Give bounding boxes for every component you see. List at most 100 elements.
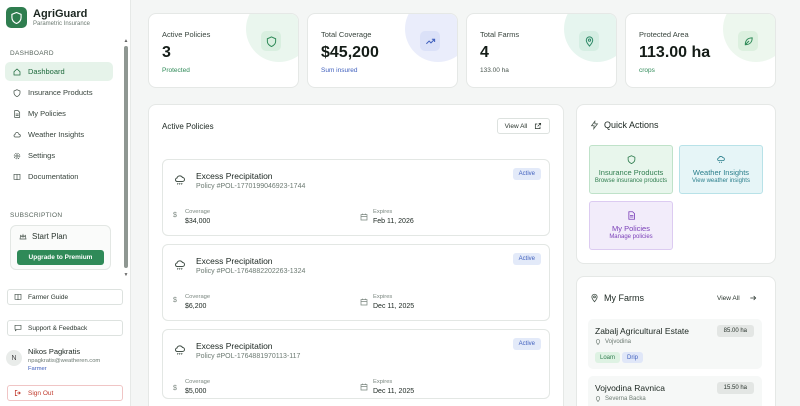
sidebar-item-my-policies[interactable]: My Policies [5,104,113,123]
coverage-label: Coverage [185,379,211,385]
farm-card[interactable]: Vojvodina Ravnica Severna Backa 15.50 ha [588,376,762,406]
coverage-value: $6,200 [185,303,207,310]
status-badge: Active [512,168,541,180]
cloud-rain-icon [175,260,185,270]
farm-location-label: Severna Backa [605,396,646,402]
user-profile[interactable]: N Nikos Pagkratis npagkratis@weatheren.c… [6,347,100,372]
cloud-rain-icon [717,156,725,164]
expires-value: Dec 11, 2025 [373,388,415,395]
coverage-value: $5,000 [185,388,207,395]
expires-value: Feb 11, 2026 [373,218,414,225]
avatar: N [6,350,22,366]
status-badge: Active [512,338,541,350]
policy-name: Excess Precipitation [196,256,273,266]
cloud-rain-icon [175,345,185,355]
stat-sub: crops [639,67,655,74]
gear-icon [13,152,21,159]
location-pin-icon [595,396,601,402]
brand[interactable]: AgriGuard Parametric Insurance [6,7,90,28]
dollar-icon: $ [173,385,177,392]
external-link-icon [535,122,542,130]
farm-location: Vojvodina [595,339,631,345]
quick-action-weather-insights[interactable]: Weather Insights View weather insights [679,145,763,194]
shield-icon [13,88,21,97]
scroll-up-arrow-icon[interactable]: ▲ [123,38,129,44]
upgrade-button[interactable]: Upgrade to Premium [17,250,104,265]
stat-card-active-policies[interactable]: Active Policies 3 Protected [148,13,299,88]
user-email: npagkratis@weatheren.com [28,358,101,364]
logout-icon [14,389,21,397]
user-name: Nikos Pagkratis [28,347,81,356]
coverage-label: Coverage [185,209,211,215]
sidebar-item-label: Documentation [28,172,79,181]
stat-label: Protected Area [639,30,689,39]
quick-action-insurance-products[interactable]: Insurance Products Browse insurance prod… [589,145,673,194]
view-all-label: View All [717,294,740,302]
calendar-icon [360,298,368,306]
document-icon [14,109,21,118]
policies-view-all-button[interactable]: View All [497,118,550,134]
calendar-icon [360,383,368,391]
stat-card-protected-area[interactable]: Protected Area 113.00 ha crops [625,13,776,88]
policy-card[interactable]: Excess Precipitation Policy #POL-1764882… [162,244,550,321]
dollar-icon: $ [173,212,177,219]
farm-name: Zabalj Agricultural Estate [595,326,690,336]
shield-icon [261,31,281,51]
policy-card[interactable]: Excess Precipitation Policy #POL-1770199… [162,159,550,236]
coverage-label: Coverage [185,294,211,300]
quick-action-my-policies[interactable]: My Policies Manage policies [589,201,673,250]
expires-label: Expires [373,294,393,300]
plan-title: Start Plan [19,232,67,241]
sidebar-item-label: Settings [28,151,56,160]
support-feedback-button[interactable]: Support & Feedback [7,320,123,336]
sign-out-button[interactable]: Sign Out [7,385,123,401]
stat-label: Total Farms [480,30,520,39]
calendar-icon [360,213,368,221]
stat-card-total-farms[interactable]: Total Farms 4 133.00 ha [466,13,617,88]
scroll-down-arrow-icon[interactable]: ▼ [123,272,129,278]
brand-tagline: Parametric Insurance [33,21,91,27]
stat-value: $45,200 [321,44,379,61]
status-badge: Active [512,253,541,265]
sidebar-item-insurance-products[interactable]: Insurance Products [5,83,113,102]
farm-size-badge: 85.00 ha [716,325,754,337]
stat-value: 113.00 ha [639,44,711,61]
leaf-icon [738,31,758,51]
sidebar-item-settings[interactable]: Settings [5,146,113,165]
stat-sub: Protected [162,67,190,74]
quick-action-subtitle: View weather insights [692,178,750,184]
section-label-dashboard: DASHBOARD [10,50,54,57]
shield-icon [627,155,635,164]
quick-action-title: My Policies [612,224,650,233]
plan-name: Start Plan [32,232,68,241]
cloud-icon [13,131,21,137]
scroll-thumb[interactable] [124,46,128,268]
sidebar-item-dashboard[interactable]: Dashboard [5,62,113,81]
farm-name: Vojvodina Ravnica [595,383,665,393]
farm-card[interactable]: Zabalj Agricultural Estate Vojvodina 85.… [588,319,762,369]
sidebar-item-label: Insurance Products [28,88,93,97]
policy-card[interactable]: Excess Precipitation Policy #POL-1764881… [162,329,550,399]
location-pin-icon [595,339,601,345]
dollar-icon: $ [173,297,177,304]
sidebar-item-weather-insights[interactable]: Weather Insights [5,125,113,144]
farm-location: Severna Backa [595,396,646,402]
farms-view-all-button[interactable]: View All [717,294,757,302]
brand-name: AgriGuard [33,8,88,20]
section-label-subscription: SUBSCRIPTION [10,212,63,219]
stat-value: 4 [480,44,489,61]
home-icon [13,68,21,75]
sidebar-item-label: Dashboard [28,67,65,76]
sidebar-scrollbar[interactable]: ▲ ▼ [123,38,129,278]
user-role: Farmer [28,366,47,372]
quick-action-subtitle: Browse insurance products [594,178,668,184]
sidebar-item-documentation[interactable]: Documentation [5,167,113,186]
expires-label: Expires [373,209,393,215]
sidebar: AgriGuard Parametric Insurance DASHBOARD… [0,0,131,406]
farmer-guide-button[interactable]: Farmer Guide [7,289,123,305]
farmer-guide-label: Farmer Guide [28,293,69,301]
chat-icon [14,325,22,332]
expires-value: Dec 11, 2025 [373,303,415,310]
farm-size-badge: 15.50 ha [716,382,754,394]
stat-card-total-coverage[interactable]: Total Coverage $45,200 Sum insured [307,13,458,88]
